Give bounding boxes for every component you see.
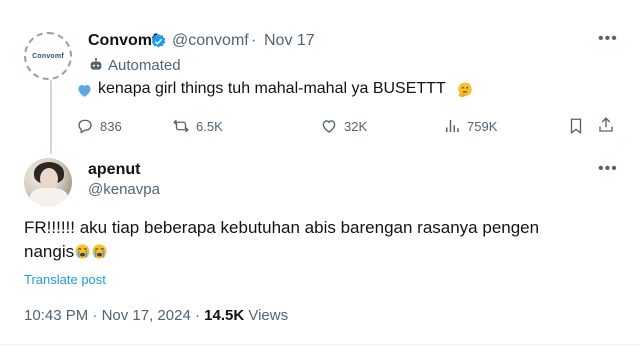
share-icon[interactable] xyxy=(597,116,615,134)
reply-author-handle[interactable]: @kenavpa xyxy=(88,181,160,198)
post-meta: 10:43 PM · Nov 17, 2024 · 14.5K Views xyxy=(24,307,288,324)
views-button[interactable]: 759K xyxy=(443,117,497,135)
blue-heart-icon xyxy=(78,84,91,97)
post-time[interactable]: 10:43 PM xyxy=(24,307,88,324)
avatar-convomf[interactable]: Convomf xyxy=(24,32,72,80)
avatar-shirt xyxy=(30,188,68,206)
post-full-date[interactable]: Nov 17, 2024 xyxy=(102,307,191,324)
divider xyxy=(0,344,640,345)
thinking-face-emoji xyxy=(458,82,472,98)
separator-dot: · xyxy=(251,32,257,49)
more-icon[interactable]: ••• xyxy=(598,30,618,48)
more-icon[interactable]: ••• xyxy=(598,160,618,178)
reply-count: 836 xyxy=(100,118,122,134)
reply-author-name[interactable]: apenut xyxy=(88,161,140,179)
like-count: 32K xyxy=(344,118,368,134)
like-button[interactable]: 32K xyxy=(320,117,367,135)
author-name[interactable]: Convomf xyxy=(88,32,157,50)
post-date[interactable]: Nov 17 xyxy=(264,32,315,50)
retweet-button[interactable]: 6.5K xyxy=(172,117,223,135)
retweet-icon xyxy=(173,119,189,133)
verified-badge-icon xyxy=(151,34,166,48)
post-views-label: Views xyxy=(248,307,289,324)
crying-face-emoji xyxy=(92,244,107,259)
avatar-logo-text: Convomf xyxy=(32,52,64,60)
crying-face-emoji xyxy=(75,244,90,259)
post-views-count: 14.5K xyxy=(204,307,245,324)
author-handle[interactable]: @convomf xyxy=(172,32,249,50)
meta-separator: · xyxy=(92,307,98,324)
views-icon xyxy=(446,120,459,132)
automated-label: Automated xyxy=(108,57,181,74)
avatar-apenut[interactable] xyxy=(24,158,72,206)
reply-icon xyxy=(78,119,92,134)
retweet-count: 6.5K xyxy=(196,118,223,134)
tweet-text: kenapa girl things tuh mahal-mahal ya BU… xyxy=(98,80,446,97)
like-icon xyxy=(322,120,336,133)
avatar-face xyxy=(40,168,58,190)
translate-post-link[interactable]: Translate post xyxy=(24,272,106,287)
views-count: 759K xyxy=(467,118,498,134)
reply-text-block: FR!!!!!! aku tiap beberapa kebutuhan abi… xyxy=(24,216,584,264)
meta-separator: · xyxy=(194,307,200,324)
reply-button[interactable]: 836 xyxy=(76,117,122,135)
bookmark-icon[interactable] xyxy=(567,117,585,135)
bot-icon xyxy=(90,57,102,70)
